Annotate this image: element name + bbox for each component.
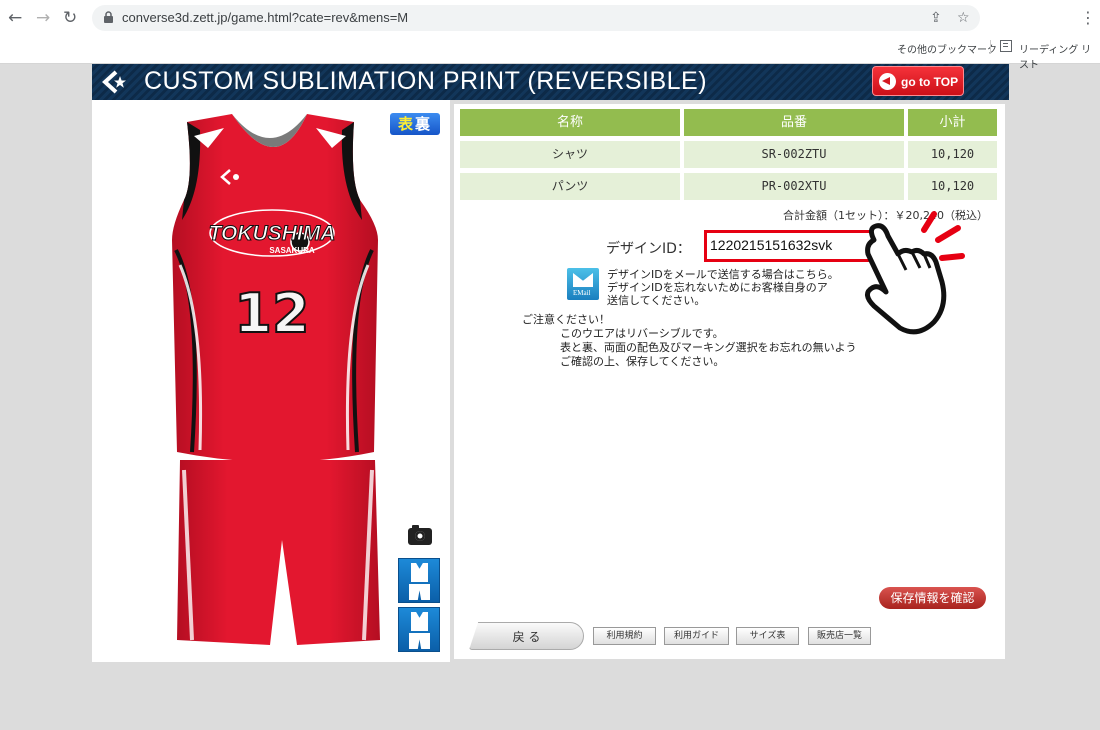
col-header-subtotal: 小計 (908, 109, 997, 136)
reload-icon[interactable]: ↻ (63, 9, 77, 27)
email-icon[interactable]: EMail (567, 268, 599, 300)
email-icon-label: EMail (573, 289, 591, 297)
size-chart-button[interactable]: サイズ表 (736, 627, 799, 645)
design-id-box: 1220215151632svk (704, 230, 874, 262)
side-toggle-button[interactable]: 表裏 (390, 113, 440, 135)
team-name: TOKUSHIMA (209, 222, 336, 245)
converse-logo-icon (102, 70, 126, 94)
page-title: CUSTOM SUBLIMATION PRINT (REVERSIBLE) (144, 67, 708, 95)
design-id-value: 1220215151632svk (710, 237, 833, 253)
stores-button[interactable]: 販売店一覧 (808, 627, 871, 645)
star-icon[interactable]: ☆ (957, 10, 970, 26)
lock-icon (104, 11, 113, 23)
cell-subtotal: 10,120 (908, 173, 997, 200)
address-bar[interactable]: converse3d.zett.jp/game.html?cate=rev&me… (92, 5, 980, 31)
email-text-line: 送信してください。 (607, 294, 706, 307)
reading-list[interactable]: リーディング リスト (1019, 41, 1100, 71)
cell-subtotal: 10,120 (908, 141, 997, 168)
camera-icon[interactable] (408, 525, 432, 545)
back-arrow-circle-icon (879, 73, 896, 90)
terms-button[interactable]: 利用規約 (593, 627, 656, 645)
notice-line: ご確認の上、保存してください。 (560, 355, 725, 368)
page-header: CUSTOM SUBLIMATION PRINT (REVERSIBLE) go… (92, 64, 1009, 100)
go-to-top-label: go to TOP (901, 75, 959, 89)
menu-dots-icon[interactable]: ⋮ (1080, 8, 1096, 27)
cell-name: パンツ (460, 173, 680, 200)
pointing-hand-icon (865, 211, 965, 335)
back-label: 裏 (415, 115, 433, 133)
thumbnail-front[interactable] (398, 558, 440, 603)
uniform-preview: TOKUSHIMA SASAKURA 12 表裏 (92, 100, 450, 662)
bookmarks-other[interactable]: その他のブックマーク (897, 41, 997, 56)
team-sub: SASAKURA (269, 246, 315, 255)
thumbnail-back[interactable] (398, 607, 440, 652)
bookmark-divider (990, 40, 991, 54)
cell-name: シャツ (460, 141, 680, 168)
url-text: converse3d.zett.jp/game.html?cate=rev&me… (122, 10, 409, 25)
back-arrow-icon[interactable]: ← (8, 9, 22, 27)
back-button[interactable]: 戻 る (469, 622, 584, 650)
browser-toolbar: ← → ↻ converse3d.zett.jp/game.html?cate=… (0, 0, 1100, 71)
col-header-code: 品番 (684, 109, 904, 136)
design-id-label: デザインID： (606, 241, 691, 257)
uniform-image: TOKUSHIMA SASAKURA 12 (172, 114, 380, 645)
cell-code: SR-002ZTU (684, 141, 904, 168)
save-info-button[interactable]: 保存情報を確認 (879, 587, 986, 609)
reading-list-icon[interactable] (1000, 40, 1012, 52)
go-to-top-button[interactable]: go to TOP (872, 66, 964, 96)
front-label: 表 (397, 115, 415, 133)
col-header-name: 名称 (460, 109, 680, 136)
jersey-number: 12 (234, 282, 309, 345)
forward-arrow-icon[interactable]: → (36, 9, 50, 27)
share-icon[interactable]: ⇪ (930, 10, 942, 26)
order-info-panel: 名称 品番 小計 シャツ SR-002ZTU 10,120 パンツ PR-002… (454, 104, 1005, 659)
cell-code: PR-002XTU (684, 173, 904, 200)
guide-button[interactable]: 利用ガイド (664, 627, 729, 645)
